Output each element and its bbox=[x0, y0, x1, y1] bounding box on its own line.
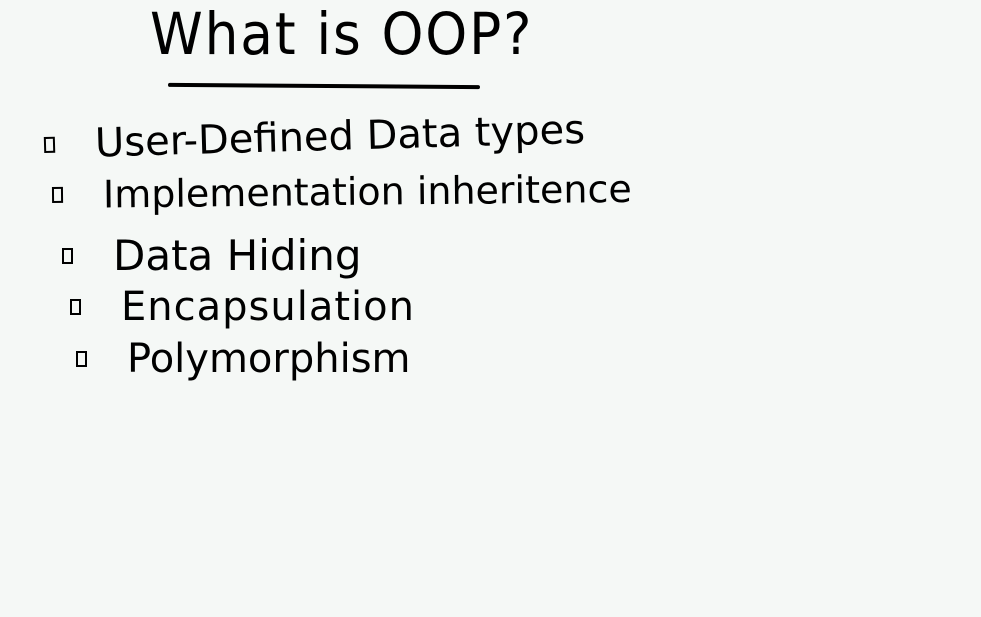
checkbox-bullet-icon bbox=[43, 136, 56, 153]
whiteboard-canvas: What is OOP? User-Defined Data types Imp… bbox=[0, 0, 981, 617]
title-underline bbox=[167, 82, 481, 90]
checkbox-bullet-icon bbox=[62, 247, 73, 264]
list-item: User-Defined Data types bbox=[43, 105, 586, 168]
list-item-label: User-Defined Data types bbox=[94, 106, 586, 167]
checkbox-bullet-icon bbox=[70, 299, 81, 315]
list-item-label: Polymorphism bbox=[127, 336, 411, 382]
list-item: Data Hiding bbox=[62, 228, 362, 280]
checkbox-bullet-icon bbox=[51, 186, 64, 203]
board-title: What is OOP? bbox=[150, 0, 534, 68]
list-item-label: Encapsulation bbox=[121, 284, 415, 330]
list-item: Encapsulation bbox=[70, 282, 415, 330]
list-item: Implementation inheritence bbox=[51, 164, 632, 217]
list-item-label: Implementation inheritence bbox=[102, 166, 632, 216]
list-item: Polymorphism bbox=[76, 334, 411, 382]
list-item-label: Data Hiding bbox=[113, 231, 362, 280]
checkbox-bullet-icon bbox=[76, 351, 87, 367]
